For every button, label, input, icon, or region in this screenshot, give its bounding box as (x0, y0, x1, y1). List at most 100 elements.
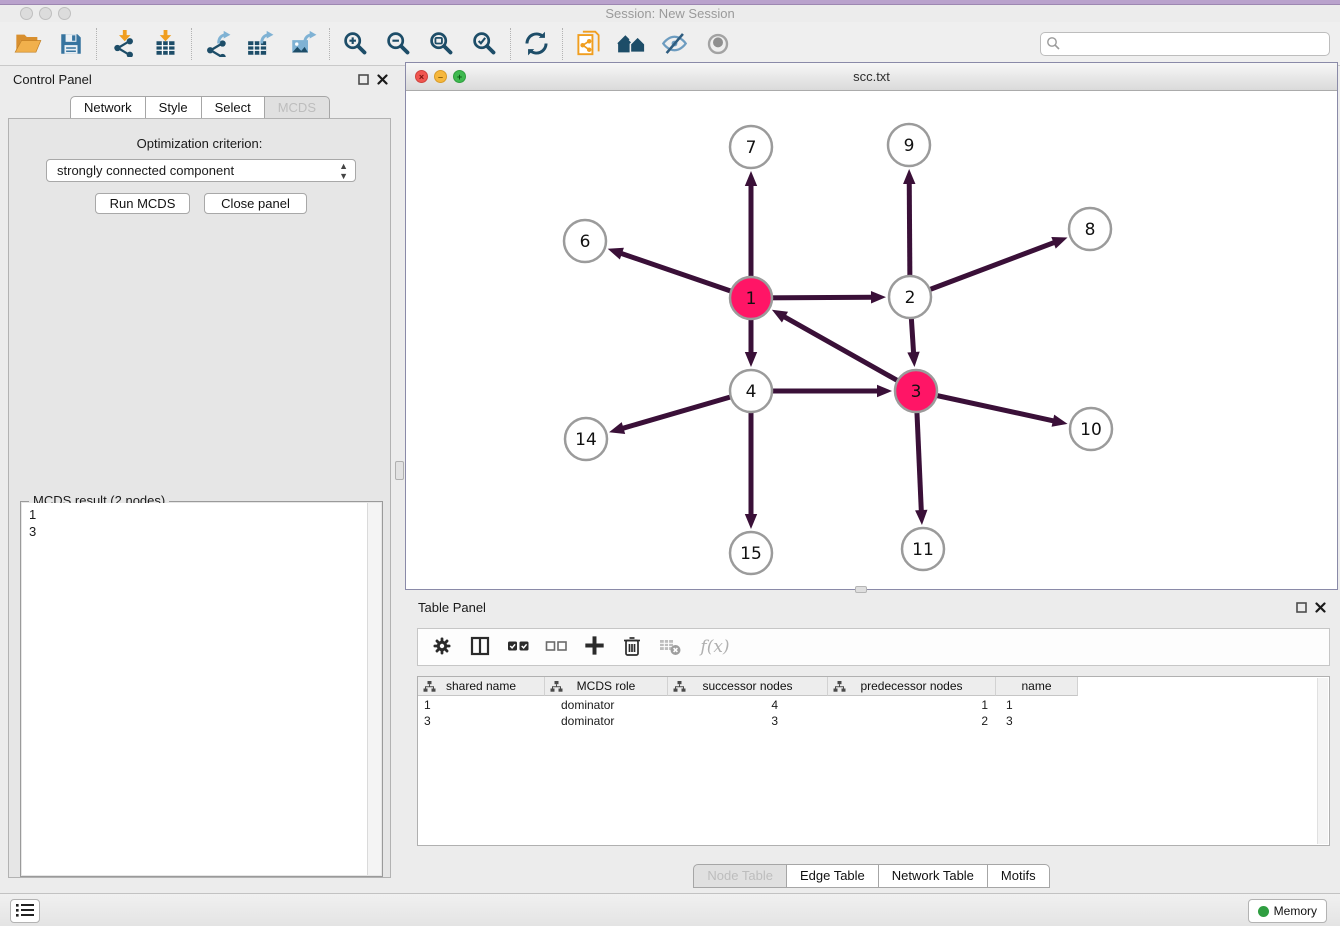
table-cell[interactable]: 3 (668, 713, 828, 729)
delete-row-button[interactable] (616, 632, 648, 662)
graph-node-label: 11 (912, 540, 934, 560)
network-splitter-handle[interactable] (855, 586, 867, 593)
table-cell[interactable]: 1 (996, 697, 1078, 713)
graph-node-label: 14 (575, 430, 597, 450)
tab-mcds[interactable]: MCDS (264, 96, 330, 120)
hide-selected-icon (661, 30, 688, 57)
deselect-all-icon (544, 634, 569, 661)
graph-node-label: 4 (746, 382, 757, 402)
table-panel-title: Table Panel (418, 600, 486, 615)
tab-style[interactable]: Style (145, 96, 202, 120)
table-cell[interactable]: 1 (828, 697, 996, 713)
add-row-icon (582, 633, 607, 661)
delete-table-button[interactable] (654, 632, 686, 662)
table-settings-button[interactable] (426, 632, 458, 662)
column-header-successor-nodes[interactable]: successor nodes (668, 677, 828, 696)
table-tab-node-table[interactable]: Node Table (693, 864, 787, 888)
search-input[interactable] (1040, 32, 1330, 56)
table-cell[interactable]: 2 (828, 713, 996, 729)
import-network-button[interactable] (101, 25, 144, 63)
edge-arrow-3-10 (1052, 415, 1068, 427)
column-label: name (1021, 679, 1051, 693)
table-tab-edge-table[interactable]: Edge Table (786, 864, 879, 888)
zoom-selected-button[interactable] (463, 25, 506, 63)
column-type-icon (550, 680, 563, 696)
graph-node-label: 15 (740, 544, 762, 564)
tab-select[interactable]: Select (201, 96, 265, 120)
export-network-button[interactable] (196, 25, 239, 63)
column-visibility-button[interactable] (464, 632, 496, 662)
table-panel-float-icon[interactable] (1296, 601, 1307, 616)
mcds-result-line: 1 (29, 506, 360, 523)
edge-arrow-1-6 (608, 248, 624, 260)
export-image-button[interactable] (282, 25, 325, 63)
network-window-titlebar[interactable]: scc.txt (406, 63, 1337, 91)
clone-network-button[interactable] (567, 25, 610, 63)
show-all-button[interactable] (696, 25, 739, 63)
refresh-button[interactable] (515, 25, 558, 63)
mcds-result-scrollbar[interactable] (367, 503, 381, 875)
edge-2-8[interactable] (910, 242, 1055, 297)
table-cell[interactable]: 3 (996, 713, 1078, 729)
optimization-criterion-dropdown[interactable]: strongly connected component ▲▼ (46, 159, 356, 182)
column-header-MCDS-role[interactable]: MCDS role (545, 677, 668, 696)
edge-3-1[interactable] (783, 316, 916, 391)
panel-splitter-handle[interactable] (395, 461, 404, 480)
network-window-traffic-lights: × – + (415, 70, 466, 83)
select-all-button[interactable] (502, 632, 534, 662)
add-row-button[interactable] (578, 632, 610, 662)
column-header-shared-name[interactable]: shared name (418, 677, 545, 696)
maximize-window-button[interactable] (58, 7, 71, 20)
table-cell[interactable]: 4 (668, 697, 828, 713)
save-session-button[interactable] (49, 25, 92, 63)
status-bar: Memory (0, 893, 1340, 926)
zoom-out-icon (385, 30, 412, 57)
table-cell[interactable]: 3 (418, 713, 545, 729)
column-header-name[interactable]: name (996, 677, 1078, 696)
table-tab-network-table[interactable]: Network Table (878, 864, 988, 888)
network-close-button[interactable]: × (415, 70, 428, 83)
dropdown-arrows-icon: ▲▼ (339, 161, 348, 181)
edge-arrow-4-3 (877, 385, 892, 397)
column-header-predecessor-nodes[interactable]: predecessor nodes (828, 677, 996, 696)
run-mcds-button[interactable]: Run MCDS (95, 193, 190, 214)
edge-arrow-2-8 (1051, 237, 1067, 249)
import-table-button[interactable] (144, 25, 187, 63)
memory-button[interactable]: Memory (1248, 899, 1327, 923)
tab-network[interactable]: Network (70, 96, 146, 120)
dropdown-value: strongly connected component (57, 163, 234, 178)
table-row[interactable]: 3dominator323 (418, 713, 1078, 729)
hide-selected-button[interactable] (653, 25, 696, 63)
first-neighbors-icon (617, 30, 646, 57)
network-minimize-button[interactable]: – (434, 70, 447, 83)
zoom-in-button[interactable] (334, 25, 377, 63)
zoom-out-button[interactable] (377, 25, 420, 63)
mcds-result-text[interactable]: 13 (22, 503, 367, 875)
column-visibility-icon (468, 634, 492, 661)
open-session-button[interactable] (6, 25, 49, 63)
window-titlebar: Session: New Session (0, 5, 1340, 22)
close-window-button[interactable] (20, 7, 33, 20)
export-table-button[interactable] (239, 25, 282, 63)
zoom-fit-button[interactable] (420, 25, 463, 63)
graph-node-label: 6 (580, 232, 591, 252)
table-row[interactable]: 1dominator411 (418, 697, 1078, 713)
minimize-window-button[interactable] (39, 7, 52, 20)
edge-arrow-1-7 (745, 171, 757, 186)
deselect-all-button[interactable] (540, 632, 572, 662)
control-panel-float-icon[interactable] (358, 73, 369, 88)
table-panel-close-icon[interactable] (1315, 601, 1326, 616)
network-maximize-button[interactable]: + (453, 70, 466, 83)
task-history-button[interactable] (10, 899, 40, 923)
table-tab-motifs[interactable]: Motifs (987, 864, 1050, 888)
control-panel-close-icon[interactable] (377, 73, 388, 88)
first-neighbors-button[interactable] (610, 25, 653, 63)
table-cell[interactable]: dominator (545, 697, 668, 713)
window-title: Session: New Session (605, 6, 734, 21)
close-panel-button[interactable]: Close panel (204, 193, 307, 214)
table-scrollbar[interactable] (1317, 678, 1328, 844)
function-builder-button[interactable]: f(x) (692, 632, 738, 662)
table-cell[interactable]: dominator (545, 713, 668, 729)
table-cell[interactable]: 1 (418, 697, 545, 713)
network-canvas[interactable]: 1234678910111415 (406, 91, 1337, 589)
